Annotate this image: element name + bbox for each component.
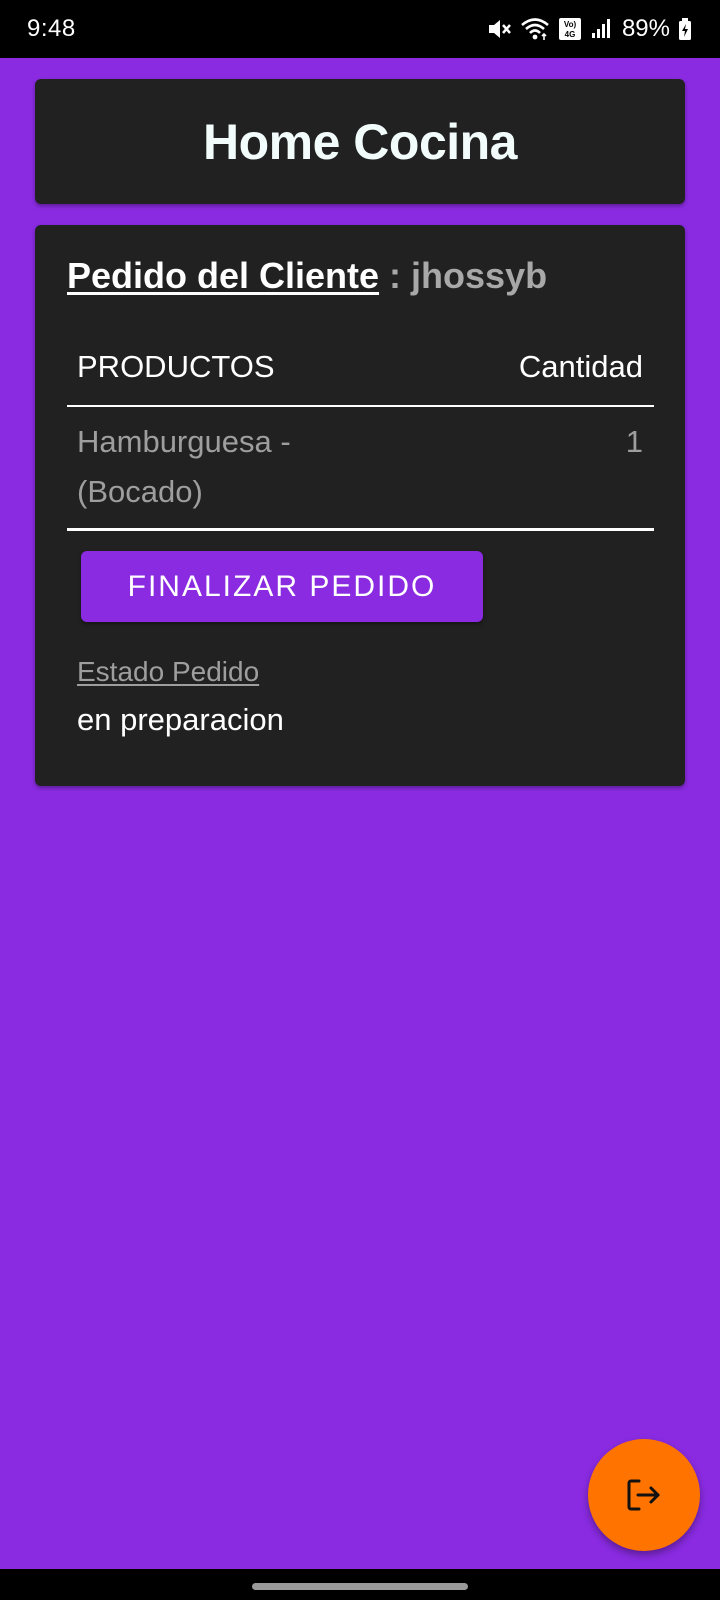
order-item-name: Hamburguesa - (Bocado)	[77, 424, 291, 509]
status-time: 9:48	[27, 15, 76, 42]
status-icons: Vo) 4G 89%	[486, 15, 692, 43]
column-header-products: PRODUCTOS	[77, 349, 275, 384]
volte-icon: Vo) 4G	[558, 16, 582, 42]
order-heading-label: Pedido del Cliente	[67, 255, 380, 296]
order-item-quantity: 1	[625, 424, 643, 459]
table-header-divider	[67, 405, 654, 407]
wifi-icon	[520, 16, 550, 42]
logout-icon	[622, 1473, 666, 1517]
header-card: Home Cocina	[35, 79, 685, 204]
order-heading-separator: :	[379, 255, 412, 296]
logout-button[interactable]	[588, 1439, 700, 1551]
client-name: jhossyb	[411, 255, 548, 296]
order-card: Pedido del Cliente : jhossyb PRODUCTOS C…	[35, 225, 685, 786]
volte-label-bottom: 4G	[565, 30, 576, 39]
signal-icon	[590, 16, 612, 42]
battery-percent: 89%	[621, 15, 670, 42]
order-status-label: Estado Pedido	[77, 656, 260, 687]
volte-label-top: Vo)	[564, 20, 577, 29]
column-header-quantity: Cantidad	[518, 349, 643, 384]
order-heading: Pedido del Cliente : jhossyb	[67, 255, 547, 297]
finish-order-button[interactable]: FINALIZAR PEDIDO	[81, 551, 483, 622]
page-title: Home Cocina	[202, 113, 518, 170]
navigation-bar	[0, 1569, 720, 1600]
status-bar: 9:48 Vo) 4G 89%	[0, 0, 720, 58]
order-status-value: en preparacion	[77, 702, 284, 737]
home-gesture-handle[interactable]	[252, 1583, 468, 1590]
mute-icon	[486, 16, 512, 42]
battery-icon	[678, 16, 692, 42]
table-footer-divider	[67, 528, 654, 531]
